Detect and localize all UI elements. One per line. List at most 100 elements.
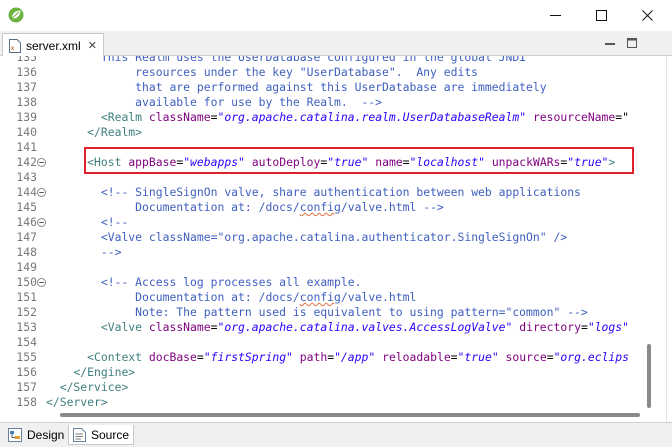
code-line[interactable]: --> bbox=[46, 245, 122, 260]
code-token: config bbox=[299, 200, 341, 214]
code-token: "logs" bbox=[587, 320, 629, 334]
code-token: path bbox=[299, 350, 328, 364]
code-token: config bbox=[299, 290, 341, 304]
minimize-button[interactable] bbox=[532, 0, 578, 31]
code-token: --> bbox=[100, 245, 122, 259]
code-token: resources under the key "UserDatabase". … bbox=[46, 65, 479, 79]
code-token: = bbox=[546, 350, 554, 364]
minimize-icon bbox=[549, 15, 561, 16]
code-token: "localhost" bbox=[409, 155, 485, 169]
code-line[interactable]: <!-- bbox=[46, 215, 128, 230]
code-token: Documentation at: /docs/ bbox=[46, 290, 300, 304]
code-token: reloadable bbox=[382, 350, 451, 364]
maximize-button[interactable] bbox=[578, 0, 624, 31]
code-area[interactable]: This Realm uses the UserDatabase configu… bbox=[46, 56, 642, 422]
code-token: = bbox=[402, 155, 410, 169]
vertical-scrollbar-thumb[interactable] bbox=[647, 344, 651, 408]
code-token: </Realm> bbox=[87, 125, 143, 139]
code-token: "true" bbox=[567, 155, 609, 169]
fold-collapse-icon[interactable] bbox=[37, 278, 46, 287]
line-number: 155 bbox=[16, 350, 37, 364]
code-line[interactable]: <Realm className="org.apache.catalina.re… bbox=[46, 110, 629, 125]
code-line[interactable]: <Valve className="org.apache.catalina.au… bbox=[46, 230, 567, 245]
code-token: available for use by the Realm. --> bbox=[46, 95, 383, 109]
code-line[interactable]: <Context docBase="firstSpring" path="/ap… bbox=[46, 350, 629, 365]
fold-collapse-icon[interactable] bbox=[37, 158, 46, 167]
code-line[interactable]: <!-- Access log processes all example. bbox=[46, 275, 362, 290]
code-token: source bbox=[505, 350, 547, 364]
line-number: 138 bbox=[16, 95, 37, 109]
editor-mode-tabs: Design Source bbox=[0, 422, 672, 447]
line-number-gutter: 135 136 137 138 139 140 141 142 143 144 145 146 147 1… bbox=[0, 56, 46, 422]
code-token: = bbox=[580, 320, 588, 334]
view-minimize-icon[interactable] bbox=[604, 37, 616, 49]
code-line[interactable]: This Realm uses the UserDatabase configu… bbox=[46, 56, 526, 65]
tab-server-xml[interactable]: x server.xml ✕ bbox=[2, 33, 104, 57]
code-line[interactable]: <Valve className = "org.apache.catalina.va… bbox=[46, 320, 629, 335]
code-token: > bbox=[608, 155, 616, 169]
view-maximize-icon[interactable] bbox=[626, 37, 638, 49]
line-number: 150 bbox=[16, 275, 37, 289]
overview-ruler bbox=[666, 56, 667, 422]
code-token: "webapps" bbox=[183, 155, 245, 169]
line-number: 136 bbox=[16, 65, 37, 79]
code-token: This Realm uses the UserDatabase configu… bbox=[100, 56, 527, 64]
line-number: 148 bbox=[16, 245, 37, 259]
code-line[interactable]: <Host appBase="webapps" autoDeploy="true… bbox=[46, 155, 615, 170]
code-line[interactable]: Documentation at: /docs/config/valve.htm… bbox=[46, 290, 416, 305]
source-view-icon bbox=[73, 427, 86, 442]
fold-collapse-icon[interactable] bbox=[37, 188, 46, 197]
tab-design[interactable]: Design bbox=[4, 425, 68, 445]
code-token: </Server> bbox=[46, 395, 108, 409]
code-line[interactable]: that are performed against this UserData… bbox=[46, 80, 546, 95]
line-number: 156 bbox=[16, 365, 37, 379]
line-number: 158 bbox=[16, 395, 37, 409]
code-line[interactable]: </Service> bbox=[46, 380, 129, 395]
close-icon bbox=[641, 10, 653, 21]
code-line[interactable]: Note: The pattern used is equivalent to … bbox=[46, 305, 588, 320]
line-number: 145 bbox=[16, 200, 37, 214]
code-line[interactable]: </Engine> bbox=[46, 365, 135, 380]
code-token: </Service> bbox=[59, 380, 129, 394]
tab-source[interactable]: Source bbox=[68, 425, 135, 445]
source-editor[interactable]: 135 136 137 138 139 140 141 142 143 144 145 146 147 1… bbox=[0, 56, 672, 422]
line-number: 137 bbox=[16, 80, 37, 94]
window-title-bar bbox=[0, 0, 672, 31]
tab-design-label: Design bbox=[27, 428, 65, 442]
fold-collapse-icon[interactable] bbox=[37, 218, 46, 227]
code-token: </Engine> bbox=[73, 365, 136, 379]
code-line[interactable]: <!-- SingleSignOn valve, share authentic… bbox=[46, 185, 581, 200]
line-number: 149 bbox=[16, 260, 37, 274]
close-window-button[interactable] bbox=[624, 0, 670, 31]
tab-source-label: Source bbox=[91, 427, 130, 442]
code-line[interactable]: available for use by the Realm. --> bbox=[46, 95, 382, 110]
code-token: "/app" bbox=[334, 350, 376, 364]
code-line[interactable]: Documentation at: /docs/config/valve.htm… bbox=[46, 200, 444, 215]
line-number: 153 bbox=[16, 320, 37, 334]
code-line[interactable]: </Realm> bbox=[46, 125, 142, 140]
code-line[interactable]: resources under the key "UserDatabase". … bbox=[46, 65, 478, 80]
code-token: "true" bbox=[457, 350, 499, 364]
code-token: unpackWARs bbox=[491, 155, 561, 169]
line-number: 144 bbox=[16, 185, 37, 199]
line-number: 147 bbox=[16, 230, 37, 244]
line-number: 141 bbox=[16, 140, 37, 154]
horizontal-scrollbar-thumb[interactable] bbox=[60, 413, 640, 417]
line-number: 152 bbox=[16, 305, 37, 319]
tab-close-icon[interactable]: ✕ bbox=[88, 39, 97, 52]
code-token: autoDeploy bbox=[251, 155, 321, 169]
line-number: 143 bbox=[16, 170, 37, 184]
code-token: /valve.html bbox=[340, 290, 417, 304]
tab-label: server.xml bbox=[26, 38, 81, 53]
